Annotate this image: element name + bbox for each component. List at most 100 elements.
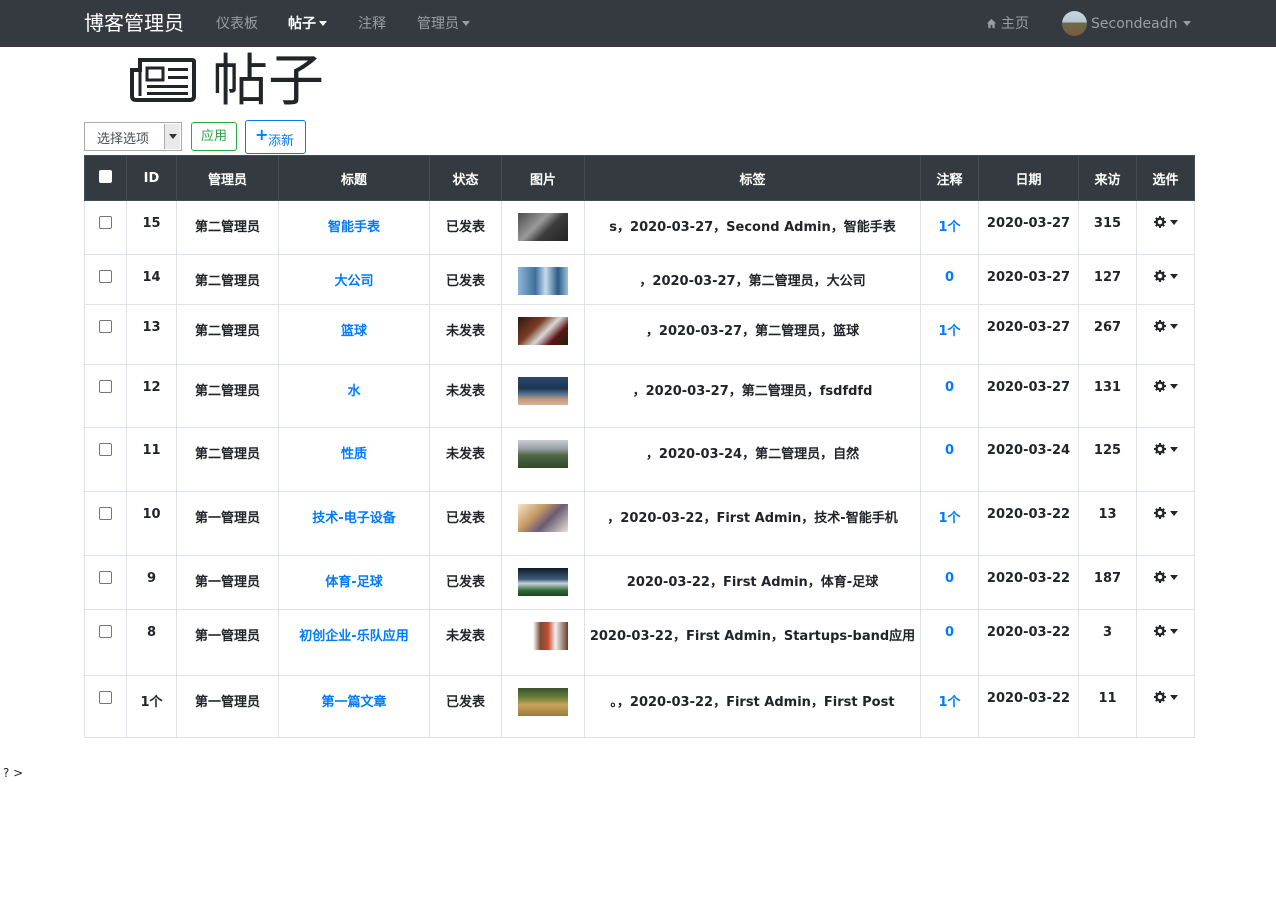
post-title-link[interactable]: 体育-足球 <box>278 555 430 610</box>
caret-down-icon <box>1169 273 1178 279</box>
post-id: 10 <box>126 491 177 556</box>
post-comments-link[interactable]: 1个 <box>920 675 979 738</box>
caret-down-icon <box>1169 323 1178 329</box>
post-title-link[interactable]: 水 <box>278 364 430 428</box>
post-date: 2020-03-22 <box>978 609 1079 676</box>
post-id: 8 <box>126 609 177 676</box>
table-row: 12 第二管理员水未发表 ，2020-03-27，第二管理员，fsdfdfd 0 202… <box>84 364 1195 428</box>
post-comments-link[interactable]: 1个 <box>920 304 979 365</box>
gear-icon <box>1153 691 1166 703</box>
row-actions-dropdown[interactable] <box>1153 216 1178 228</box>
post-comments-link[interactable]: 0 <box>920 254 979 305</box>
row-select-cell <box>84 491 127 556</box>
column-header: 日期 <box>978 155 1079 201</box>
gear-icon <box>1153 216 1166 228</box>
bulk-options-select[interactable]: 选择选项 <box>84 122 182 151</box>
add-new-label: 添新 <box>268 134 295 149</box>
row-checkbox[interactable] <box>99 691 112 704</box>
nav-dashboard-label: 仪表板 <box>216 16 258 32</box>
wheat-field-photo <box>518 688 568 716</box>
post-date: 2020-03-22 <box>978 675 1079 738</box>
nav-comments[interactable]: 注释 <box>358 14 386 34</box>
post-author: 第二管理员 <box>176 304 279 365</box>
nav-home-link[interactable]: 主页 <box>986 14 1029 34</box>
post-status: 未发表 <box>429 609 502 676</box>
post-status: 未发表 <box>429 364 502 428</box>
row-checkbox[interactable] <box>99 507 112 520</box>
post-tags: ，2020-03-27，第二管理员，fsdfdfd <box>584 364 921 428</box>
row-checkbox[interactable] <box>99 443 112 456</box>
post-views: 13 <box>1078 491 1137 556</box>
post-id: 15 <box>126 200 177 255</box>
column-header: 管理员 <box>176 155 279 201</box>
add-new-button[interactable]: + 添新 <box>245 120 306 154</box>
gear-icon <box>1153 380 1166 392</box>
row-actions-dropdown[interactable] <box>1153 443 1178 455</box>
row-checkbox[interactable] <box>99 571 112 584</box>
post-id: 14 <box>126 254 177 305</box>
row-actions-dropdown[interactable] <box>1153 380 1178 392</box>
row-checkbox[interactable] <box>99 270 112 283</box>
post-image-cell <box>501 200 585 255</box>
post-date: 2020-03-27 <box>978 254 1079 305</box>
row-checkbox[interactable] <box>99 216 112 229</box>
avatar[interactable] <box>1062 11 1087 36</box>
caret-down-icon <box>1169 446 1178 452</box>
post-comments-link[interactable]: 1个 <box>920 491 979 556</box>
row-checkbox[interactable] <box>99 380 112 393</box>
post-image-cell <box>501 555 585 610</box>
table-row: 14 第二管理员 大公司 已发表 ，2020-03-27，第二管理员，大公司 0 2020-… <box>84 254 1195 305</box>
brand-logo-text[interactable]: 博客管理员 <box>84 10 184 36</box>
caret-down-icon <box>1169 219 1178 225</box>
select-all-checkbox[interactable] <box>99 169 112 183</box>
post-tags: ，2020-03-22，First Admin，技术-智能手机 <box>584 491 921 556</box>
post-title-link[interactable]: 性质 <box>278 427 430 492</box>
row-select-cell <box>84 555 127 610</box>
post-title-link[interactable]: 篮球 <box>278 304 430 365</box>
gear-icon <box>1153 443 1166 455</box>
post-title-link[interactable]: 大公司 <box>278 254 430 305</box>
nav-posts-label: 帖子 <box>288 16 316 32</box>
post-date: 2020-03-27 <box>978 304 1079 365</box>
post-comments-link[interactable]: 0 <box>920 609 979 676</box>
row-actions-dropdown[interactable] <box>1153 571 1178 583</box>
water-photo <box>518 377 568 405</box>
column-header: 状态 <box>429 155 502 201</box>
post-comments-link[interactable]: 1个 <box>920 200 979 255</box>
post-comments-link[interactable]: 0 <box>920 427 979 492</box>
post-status: 已发表 <box>429 491 502 556</box>
row-checkbox[interactable] <box>99 625 112 638</box>
post-title-link[interactable]: 技术-电子设备 <box>278 491 430 556</box>
row-actions-cell <box>1136 364 1195 428</box>
post-date: 2020-03-27 <box>978 200 1079 255</box>
row-actions-dropdown[interactable] <box>1153 691 1178 703</box>
user-name: Secondeadn <box>1091 16 1178 32</box>
post-image-cell <box>501 427 585 492</box>
post-comments-link[interactable]: 0 <box>920 555 979 610</box>
row-checkbox[interactable] <box>99 320 112 333</box>
post-views: 315 <box>1078 200 1137 255</box>
post-title-link[interactable]: 初创企业-乐队应用 <box>278 609 430 676</box>
row-actions-cell <box>1136 200 1195 255</box>
devices-photo <box>518 504 568 532</box>
caret-down-icon <box>1169 510 1178 516</box>
user-menu-dropdown[interactable]: Secondeadn <box>1091 14 1192 34</box>
post-comments-link[interactable]: 0 <box>920 364 979 428</box>
post-author: 第二管理员 <box>176 254 279 305</box>
row-actions-dropdown[interactable] <box>1153 270 1178 282</box>
row-actions-dropdown[interactable] <box>1153 625 1178 637</box>
nav-admins-dropdown[interactable]: 管理员 <box>417 14 470 34</box>
post-views: 267 <box>1078 304 1137 365</box>
post-title-link[interactable]: 第一篇文章 <box>278 675 430 738</box>
caret-down-icon <box>462 21 470 26</box>
nature-landscape-photo <box>518 440 568 468</box>
nav-posts-dropdown[interactable]: 帖子 <box>288 14 327 34</box>
post-views: 11 <box>1078 675 1137 738</box>
nav-dashboard[interactable]: 仪表板 <box>216 14 258 34</box>
apply-button[interactable]: 应用 <box>191 122 237 151</box>
row-actions-dropdown[interactable] <box>1153 320 1178 332</box>
post-status: 已发表 <box>429 200 502 255</box>
gear-icon <box>1153 270 1166 282</box>
post-title-link[interactable]: 智能手表 <box>278 200 430 255</box>
row-actions-dropdown[interactable] <box>1153 507 1178 519</box>
